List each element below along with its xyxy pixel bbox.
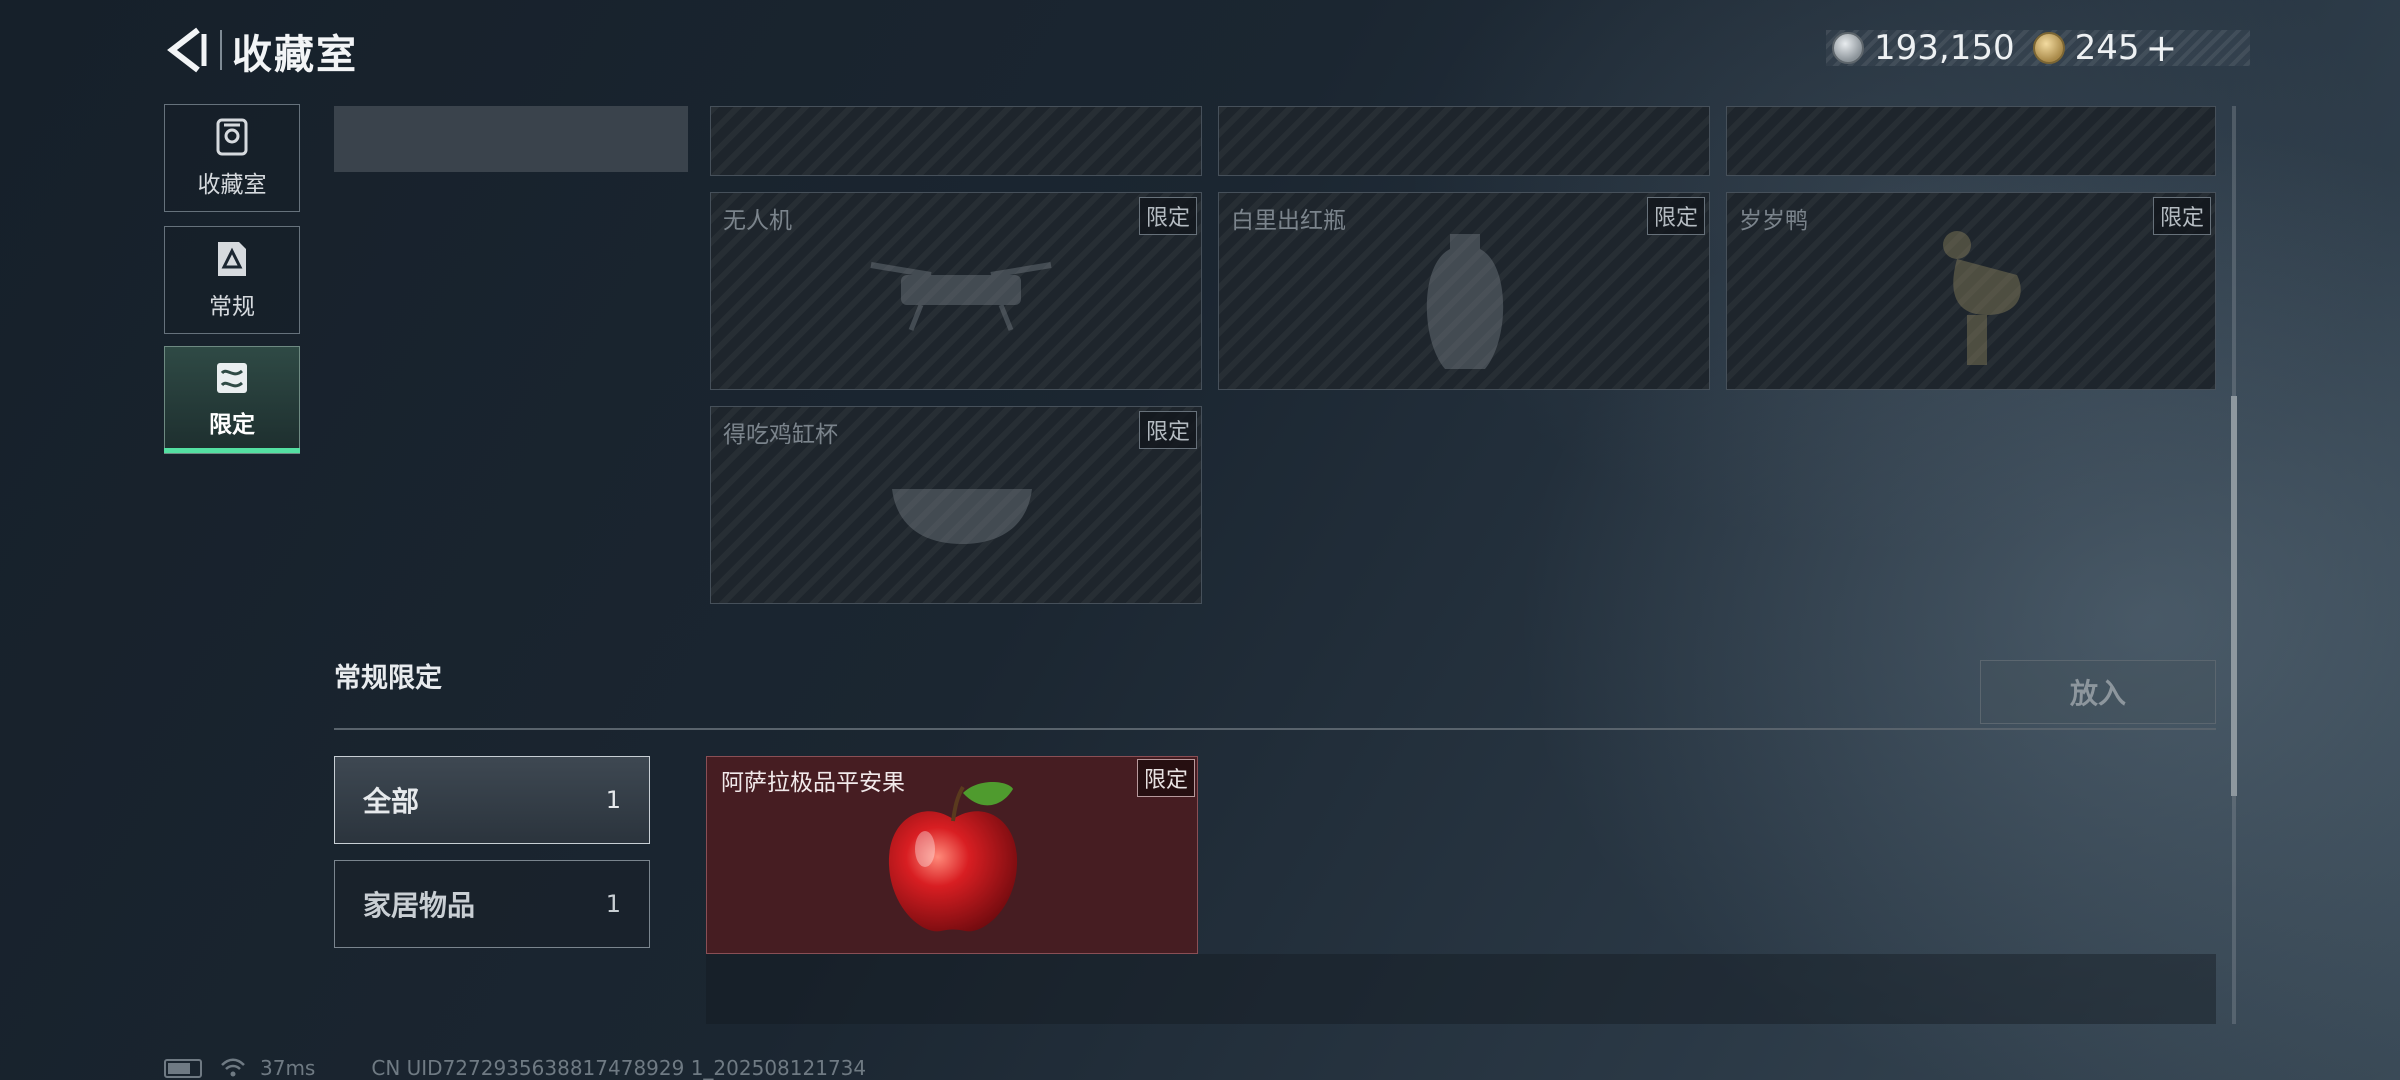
filter-count: 1 <box>605 890 621 918</box>
active-nav-indicator <box>164 448 300 453</box>
filter-home-items[interactable]: 家居物品 1 <box>334 860 650 948</box>
regular-icon <box>218 242 246 276</box>
wifi-icon <box>221 1058 245 1077</box>
gold-coin-icon <box>2032 32 2065 64</box>
header-divider <box>220 30 222 70</box>
currency-silver-value: 193,150 <box>1874 28 2015 68</box>
limited-tag: 限定 <box>1646 197 1705 235</box>
item-card-apple[interactable]: 阿萨拉极品平安果 限定 <box>706 756 1198 954</box>
collection-slot[interactable]: 岁岁鸭 限定 <box>1726 192 2216 390</box>
filter-all[interactable]: 全部 1 <box>334 756 650 844</box>
limited-tag: 限定 <box>1138 411 1197 449</box>
add-currency-button[interactable]: + <box>2146 26 2178 70</box>
section-divider <box>334 728 2216 730</box>
collection-slot[interactable]: 白里出红瓶 限定 <box>1218 192 1710 390</box>
item-name: 白里出红瓶 <box>1231 208 1346 234</box>
collection-slot[interactable]: 得吃鸡缸杯 限定 <box>710 406 1202 604</box>
nav-item-regular[interactable]: 常规 <box>164 226 300 334</box>
status-bar: 37ms CN UID7272935638817478929 1_2025081… <box>164 1056 866 1080</box>
item-name: 得吃鸡缸杯 <box>723 422 838 448</box>
limited-tag: 限定 <box>2152 197 2211 235</box>
silver-coin-icon <box>1832 32 1864 64</box>
filter-label: 家居物品 <box>363 889 476 922</box>
duck-statue-icon <box>1943 231 2021 365</box>
item-name: 阿萨拉极品平安果 <box>721 770 905 796</box>
collection-slot-partial[interactable] <box>1218 106 1710 176</box>
place-button[interactable]: 放入 <box>1980 660 2216 724</box>
chicken-cup-icon <box>892 489 1032 544</box>
collection-icon <box>216 118 248 156</box>
section-title: 常规限定 <box>334 663 442 694</box>
battery-icon <box>164 1058 202 1078</box>
nav-item-limited[interactable]: 限定 <box>164 346 300 454</box>
ping-value: 37ms <box>260 1056 316 1080</box>
back-arrow-icon[interactable] <box>160 24 212 76</box>
nav-item-collection[interactable]: 收藏室 <box>164 104 300 212</box>
collection-slot-partial[interactable] <box>1726 106 2216 176</box>
category-header-strip <box>334 106 688 172</box>
collection-slot-partial[interactable] <box>710 106 1202 176</box>
filter-count: 1 <box>605 786 621 814</box>
filter-label: 全部 <box>363 785 420 818</box>
limited-tag: 限定 <box>1138 197 1197 235</box>
limited-tag: 限定 <box>1136 759 1195 797</box>
items-panel-background <box>706 954 2216 1024</box>
drone-icon <box>870 262 1052 331</box>
currency-bar: 193,150 245 + <box>1826 26 2250 70</box>
nav-item-label: 限定 <box>209 412 255 438</box>
nav-item-label: 收藏室 <box>197 172 267 198</box>
nav-item-label: 常规 <box>209 294 255 320</box>
apple-icon <box>888 782 1018 932</box>
collection-slot[interactable]: 无人机 限定 <box>710 192 1202 390</box>
item-name: 无人机 <box>723 208 792 234</box>
currency-gold-value: 245 <box>2074 28 2140 68</box>
item-name: 岁岁鸭 <box>1739 208 1808 234</box>
page-title: 收藏室 <box>232 32 358 78</box>
limited-icon <box>217 363 247 393</box>
uid-text: CN UID7272935638817478929 1_202508121734 <box>371 1056 867 1080</box>
porcelain-vase-icon <box>1426 234 1504 369</box>
scrollbar-thumb[interactable] <box>2231 396 2237 796</box>
